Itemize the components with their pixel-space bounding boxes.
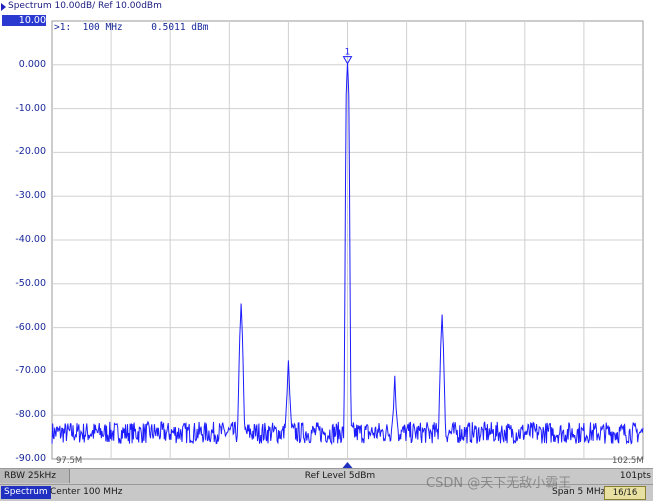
marker-readout: >1: 100 MHz 0.5011 dBm [54, 22, 209, 33]
y-tick-label: -80.00 [15, 409, 46, 421]
ref-level-field[interactable]: Ref Level 5dBm [290, 469, 390, 483]
y-tick-label: 0.000 [18, 58, 46, 70]
y-tick-label: -40.00 [15, 234, 46, 245]
sweep-count-badge: 16/16 [604, 486, 646, 500]
marker-number: 1 [345, 48, 351, 58]
spectrum-chart[interactable]: 1 [0, 14, 653, 468]
window-title-bar: Spectrum 10.00dB/ Ref 10.00dBm [0, 0, 653, 14]
y-tick-label: 10.00 [2, 15, 46, 26]
center-frequency-field[interactable]: Center 100 MHz [50, 486, 122, 499]
spectrum-mode-button[interactable]: Spectrum [1, 486, 51, 499]
window-title: Spectrum 10.00dB/ Ref 10.00dBm [8, 1, 162, 11]
spectrum-plot[interactable]: 1 10.00 0.000 -10.00 -20.00 -30.00 -40.00 -50.… [0, 14, 653, 468]
y-tick-label: -50.00 [15, 277, 46, 289]
rbw-field[interactable]: RBW 25kHz [0, 469, 70, 483]
y-tick-label: -70.00 [15, 365, 46, 377]
y-tick-label: -90.00 [15, 453, 46, 464]
y-tick-label: -60.00 [15, 321, 46, 333]
x-start-label: 97.5M [56, 456, 83, 466]
watermark: CSDN @天下无敌小霸王 [426, 476, 572, 491]
points-field[interactable]: 101pts [612, 469, 653, 483]
x-stop-label: 102.5M [612, 456, 644, 466]
y-tick-label: -10.00 [15, 102, 46, 114]
collapse-arrow-icon[interactable] [1, 3, 6, 11]
y-tick-label: -30.00 [15, 190, 46, 202]
y-tick-label: -20.00 [15, 146, 46, 158]
